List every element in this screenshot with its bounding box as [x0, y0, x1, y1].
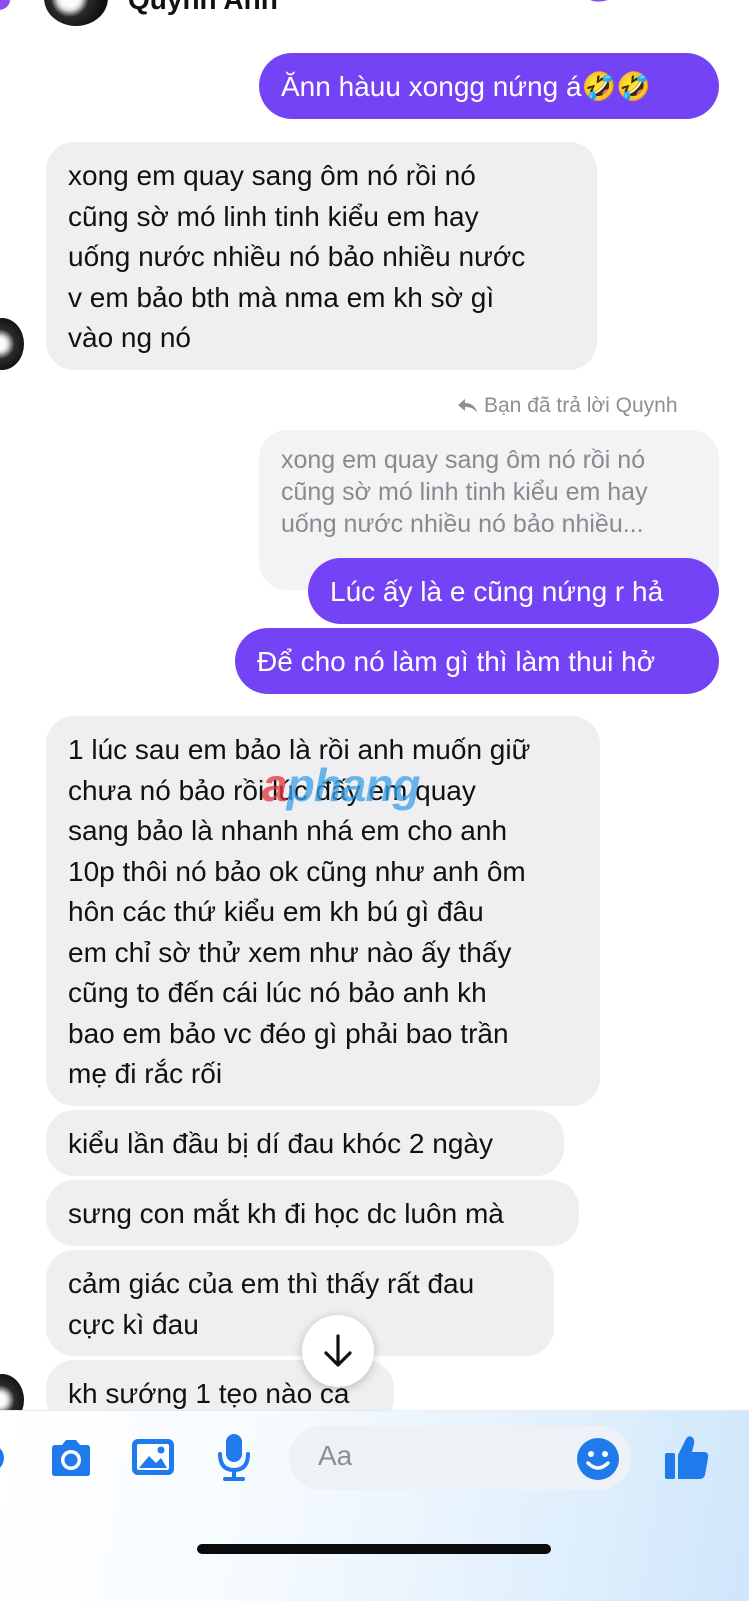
- incoming-message[interactable]: cảm giác của em thì thấy rất đau cực kì …: [46, 1250, 554, 1356]
- message-line: sang bảo là nhanh nhá em cho anh: [68, 815, 508, 846]
- contact-name[interactable]: Quỳnh Anh: [128, 0, 278, 16]
- quoted-line: xong em quay sang ôm nó rồi nó: [281, 446, 646, 474]
- more-actions-icon[interactable]: [0, 1440, 10, 1476]
- reply-indicator: Bạn đã trả lời Quynh: [456, 394, 678, 418]
- phone-icon[interactable]: [578, 0, 618, 10]
- outgoing-message[interactable]: Lúc ấy là e cũng nứng r hả: [308, 558, 719, 624]
- thumbs-up-icon[interactable]: [662, 1433, 710, 1481]
- watermark-part: phang: [286, 759, 421, 811]
- watermark-part: a: [262, 759, 288, 811]
- quoted-line: uống nước nhiều nó bảo nhiều...: [281, 510, 644, 538]
- message-line: cũng to đến cái lúc nó bảo anh kh: [68, 977, 487, 1008]
- message-input-placeholder: Aa: [318, 1440, 353, 1471]
- outgoing-message[interactable]: Để cho nó làm gì thì làm thui hở: [235, 628, 719, 694]
- camera-icon[interactable]: [48, 1436, 94, 1480]
- arrow-down-icon: [324, 1334, 352, 1367]
- message-line: mẹ đi rắc rối: [68, 1058, 223, 1089]
- microphone-icon[interactable]: [216, 1432, 252, 1482]
- message-line: bao em bảo vc đéo gì phải bao trần: [68, 1017, 509, 1049]
- message-line: xong em quay sang ôm nó rồi nó: [68, 160, 476, 191]
- watermark-logo: aphang: [262, 758, 421, 812]
- sender-avatar[interactable]: [0, 318, 24, 370]
- home-indicator: [197, 1544, 551, 1554]
- incoming-message[interactable]: sưng con mắt kh đi học dc luôn mà: [46, 1180, 579, 1246]
- chat-header: Quỳnh Anh: [0, 0, 749, 32]
- incoming-message[interactable]: kiểu lần đầu bị dí đau khóc 2 ngày: [46, 1110, 564, 1176]
- message-line: Ănn hàuu xongg nứng á🤣🤣: [281, 71, 652, 102]
- reply-note-text: Bạn đã trả lời Quynh: [484, 394, 678, 417]
- message-line: hôn các thứ kiểu em kh bú gì đâu: [68, 896, 484, 927]
- message-line: cực kì đau: [68, 1308, 199, 1340]
- emoji-icon[interactable]: [576, 1437, 620, 1481]
- back-indicator[interactable]: [0, 0, 10, 10]
- message-line: v em bảo bth mà nma em kh sờ gì: [68, 281, 495, 313]
- message-line: Lúc ấy là e cũng nứng r hả: [330, 576, 664, 607]
- scroll-to-bottom-button[interactable]: [302, 1315, 374, 1387]
- contact-avatar[interactable]: [44, 0, 108, 26]
- message-line: sưng con mắt kh đi học dc luôn mà: [68, 1198, 504, 1229]
- message-line: uống nước nhiều nó bảo nhiều nước: [68, 241, 526, 272]
- quoted-line: cũng sờ mó linh tinh kiểu em hay: [281, 478, 648, 506]
- message-line: Để cho nó làm gì thì làm thui hở: [257, 646, 656, 677]
- message-line: 10p thôi nó bảo ok cũng như anh ôm: [68, 855, 526, 887]
- incoming-message[interactable]: xong em quay sang ôm nó rồi nó cũng sờ m…: [46, 142, 597, 370]
- video-icon[interactable]: [636, 0, 676, 10]
- message-line: kiểu lần đầu bị dí đau khóc 2 ngày: [68, 1128, 493, 1159]
- message-line: cảm giác của em thì thấy rất đau: [68, 1268, 475, 1299]
- outgoing-message[interactable]: Ănn hàuu xongg nứng á🤣🤣: [259, 53, 719, 119]
- reply-arrow-icon: [458, 399, 477, 413]
- message-line: vào ng nó: [68, 322, 191, 353]
- message-line: em chỉ sờ thử xem như nào ấy thấy: [68, 936, 512, 968]
- message-line: cũng sờ mó linh tinh kiểu em hay: [68, 200, 479, 232]
- image-icon[interactable]: [131, 1437, 175, 1477]
